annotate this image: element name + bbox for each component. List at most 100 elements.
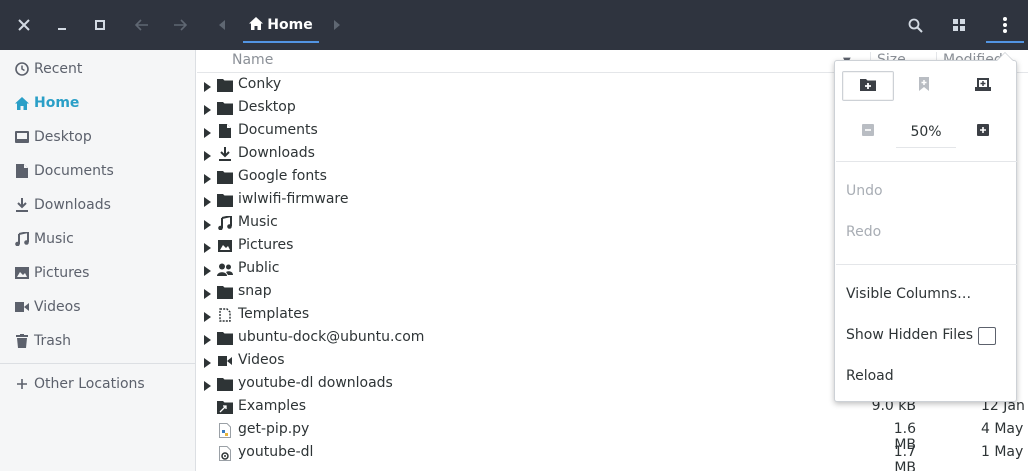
menu-divider	[836, 161, 1017, 162]
path-bar-label: Home	[267, 17, 313, 33]
show-hidden-files-checkbox[interactable]	[978, 327, 996, 345]
sidebar-item-desktop[interactable]: Desktop	[0, 120, 195, 154]
new-folder-button[interactable]	[842, 71, 894, 101]
file-name: youtube-dl	[238, 444, 314, 460]
header-bar: Home	[0, 0, 1028, 50]
path-scroll-left-button[interactable]	[207, 0, 237, 50]
file-name: Videos	[238, 352, 285, 368]
folder-icon	[217, 100, 233, 116]
file-name: Documents	[238, 122, 318, 138]
file-name: Conky	[238, 76, 282, 92]
file-name: Desktop	[238, 99, 296, 115]
folder-icon	[217, 169, 233, 185]
file-name: iwlwifi-firmware	[238, 191, 349, 207]
expander-icon[interactable]	[204, 126, 212, 138]
expander-icon[interactable]	[204, 241, 212, 253]
folder-download-icon	[217, 146, 233, 162]
forward-icon	[173, 19, 187, 31]
clock-icon	[14, 61, 30, 77]
folder-icon	[217, 77, 233, 93]
folder-icon	[217, 330, 233, 346]
sidebar-item-trash[interactable]: Trash	[0, 324, 195, 358]
sidebar-item-videos[interactable]: Videos	[0, 290, 195, 324]
sidebar-item-label: Other Locations	[34, 376, 145, 392]
expander-icon[interactable]	[204, 333, 212, 345]
expander-icon[interactable]	[204, 218, 212, 230]
folder-music-icon	[217, 215, 233, 231]
expander-icon[interactable]	[204, 103, 212, 115]
file-modified: 4 May	[981, 421, 1024, 437]
maximize-icon	[94, 19, 106, 31]
zoom-out-icon	[862, 124, 874, 140]
redo-menu-item[interactable]: Redo	[846, 224, 881, 240]
new-tab-button[interactable]	[957, 71, 1009, 101]
undo-menu-item[interactable]: Undo	[846, 183, 883, 199]
close-icon	[18, 19, 30, 31]
file-name: Public	[238, 260, 280, 276]
file-row[interactable]: get-pip.py 1.6 MB 4 May	[197, 419, 1028, 453]
path-right-icon	[334, 20, 340, 30]
expander-icon[interactable]	[204, 287, 212, 299]
expander-icon[interactable]	[204, 264, 212, 276]
maximize-button[interactable]	[81, 0, 119, 50]
expander-icon[interactable]	[204, 80, 212, 92]
forward-button[interactable]	[161, 0, 199, 50]
expander-icon[interactable]	[204, 172, 212, 184]
sidebar-item-other-locations[interactable]: Other Locations	[0, 367, 195, 401]
new-folder-icon	[860, 78, 876, 95]
sidebar-item-label: Home	[34, 95, 80, 111]
app-menu-popover: 50% Undo Redo Visible Columns… Show Hidd…	[834, 60, 1017, 402]
search-icon	[908, 18, 923, 33]
path-bar-home[interactable]: Home	[243, 0, 319, 50]
zoom-in-button[interactable]	[957, 119, 1009, 145]
folder-pictures-icon	[217, 238, 233, 254]
column-header-name[interactable]: Name	[232, 52, 273, 68]
expander-icon[interactable]	[204, 379, 212, 391]
document-icon	[14, 163, 30, 179]
folder-icon	[217, 192, 233, 208]
zoom-out-button[interactable]	[842, 119, 894, 145]
close-button[interactable]	[5, 0, 43, 50]
file-name: snap	[238, 283, 272, 299]
sidebar-item-recent[interactable]: Recent	[0, 52, 195, 86]
file-name: Examples	[238, 398, 307, 414]
minimize-button[interactable]	[43, 0, 81, 50]
show-hidden-files-menu-item[interactable]: Show Hidden Files	[846, 327, 973, 343]
sidebar-item-documents[interactable]: Documents	[0, 154, 195, 188]
path-scroll-right-button[interactable]	[322, 0, 352, 50]
file-name: Pictures	[238, 237, 294, 253]
bookmark-icon	[918, 77, 930, 95]
file-modified: 1 May	[981, 444, 1024, 460]
back-button[interactable]	[123, 0, 161, 50]
sidebar-item-music[interactable]: Music	[0, 222, 195, 256]
executable-file-icon	[217, 445, 233, 461]
file-name: ubuntu-dock@ubuntu.com	[238, 329, 425, 345]
grid-view-icon	[953, 19, 965, 31]
desktop-icon	[14, 129, 30, 145]
folder-icon	[217, 284, 233, 300]
home-icon	[14, 95, 30, 111]
view-toggle-button[interactable]	[940, 0, 978, 50]
expander-icon[interactable]	[204, 149, 212, 161]
reload-menu-item[interactable]: Reload	[846, 368, 894, 384]
sidebar-item-downloads[interactable]: Downloads	[0, 188, 195, 222]
home-icon	[249, 16, 264, 34]
bookmark-button[interactable]	[898, 71, 950, 101]
path-active-indicator	[243, 41, 319, 43]
zoom-level[interactable]: 50%	[896, 116, 956, 148]
menu-active-indicator	[986, 41, 1024, 43]
path-left-icon	[219, 20, 225, 30]
visible-columns-menu-item[interactable]: Visible Columns…	[846, 286, 971, 302]
file-row[interactable]: youtube-dl 1.7 MB 1 May	[197, 442, 1028, 471]
menu-divider	[836, 264, 1017, 265]
expander-icon[interactable]	[204, 195, 212, 207]
plus-icon	[14, 376, 30, 392]
expander-icon[interactable]	[204, 310, 212, 322]
search-button[interactable]	[896, 0, 934, 50]
popover-arrow-fill	[997, 53, 1013, 61]
file-name: Templates	[238, 306, 310, 322]
sidebar-item-home[interactable]: Home	[0, 86, 195, 120]
expander-icon[interactable]	[204, 356, 212, 368]
file-name: Music	[238, 214, 278, 230]
sidebar-item-pictures[interactable]: Pictures	[0, 256, 195, 290]
